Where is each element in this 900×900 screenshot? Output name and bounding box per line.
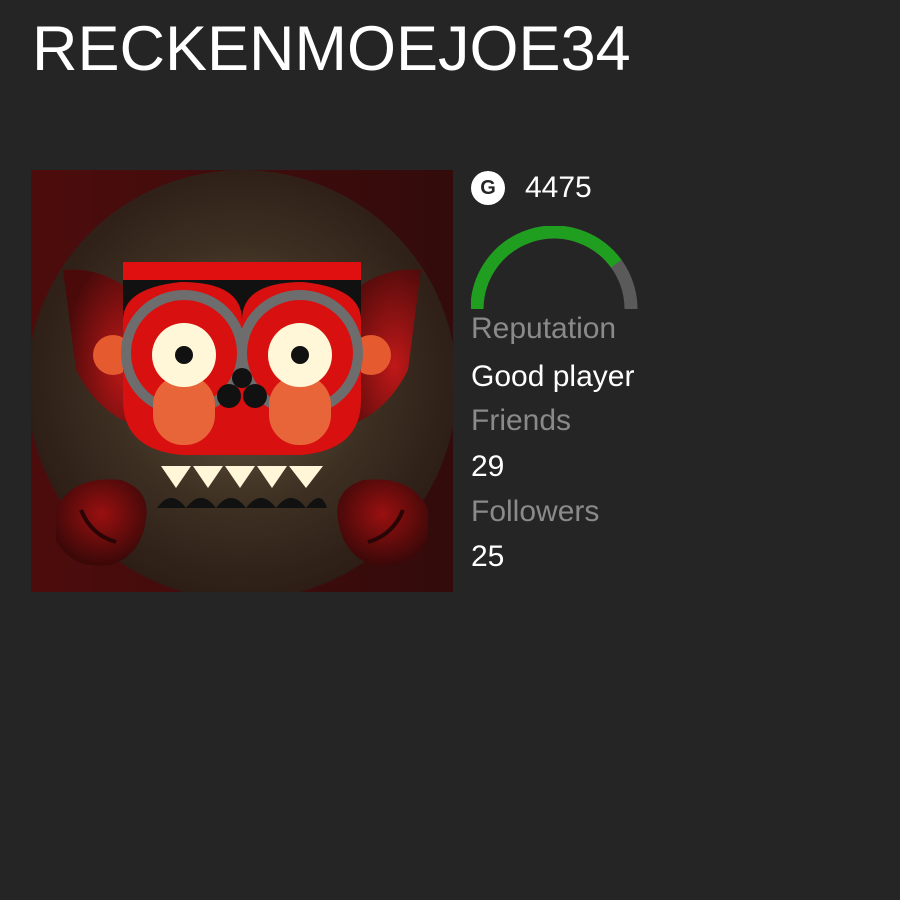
gamertag: RECKENMOEJOE34 [32,14,631,84]
followers-label: Followers [471,495,600,528]
gamerscore-value: 4475 [525,171,592,204]
reputation-meter-track [471,226,638,310]
profile-page: RECKENMOEJOE34 G 4475 Reputation Good pl… [0,0,900,900]
reputation-meter-fill [471,226,622,310]
red-monster-avatar-icon [31,170,453,592]
friends-label: Friends [471,404,572,437]
followers-count: 25 [471,540,505,573]
reputation-value: Good player [471,360,635,393]
reputation-meter [471,226,638,310]
avatar[interactable] [31,170,453,592]
friends-count: 29 [471,450,505,483]
reputation-label: Reputation [471,312,617,345]
gamerscore-icon: G [471,171,505,205]
gamerscore-row: G 4475 [471,170,592,206]
